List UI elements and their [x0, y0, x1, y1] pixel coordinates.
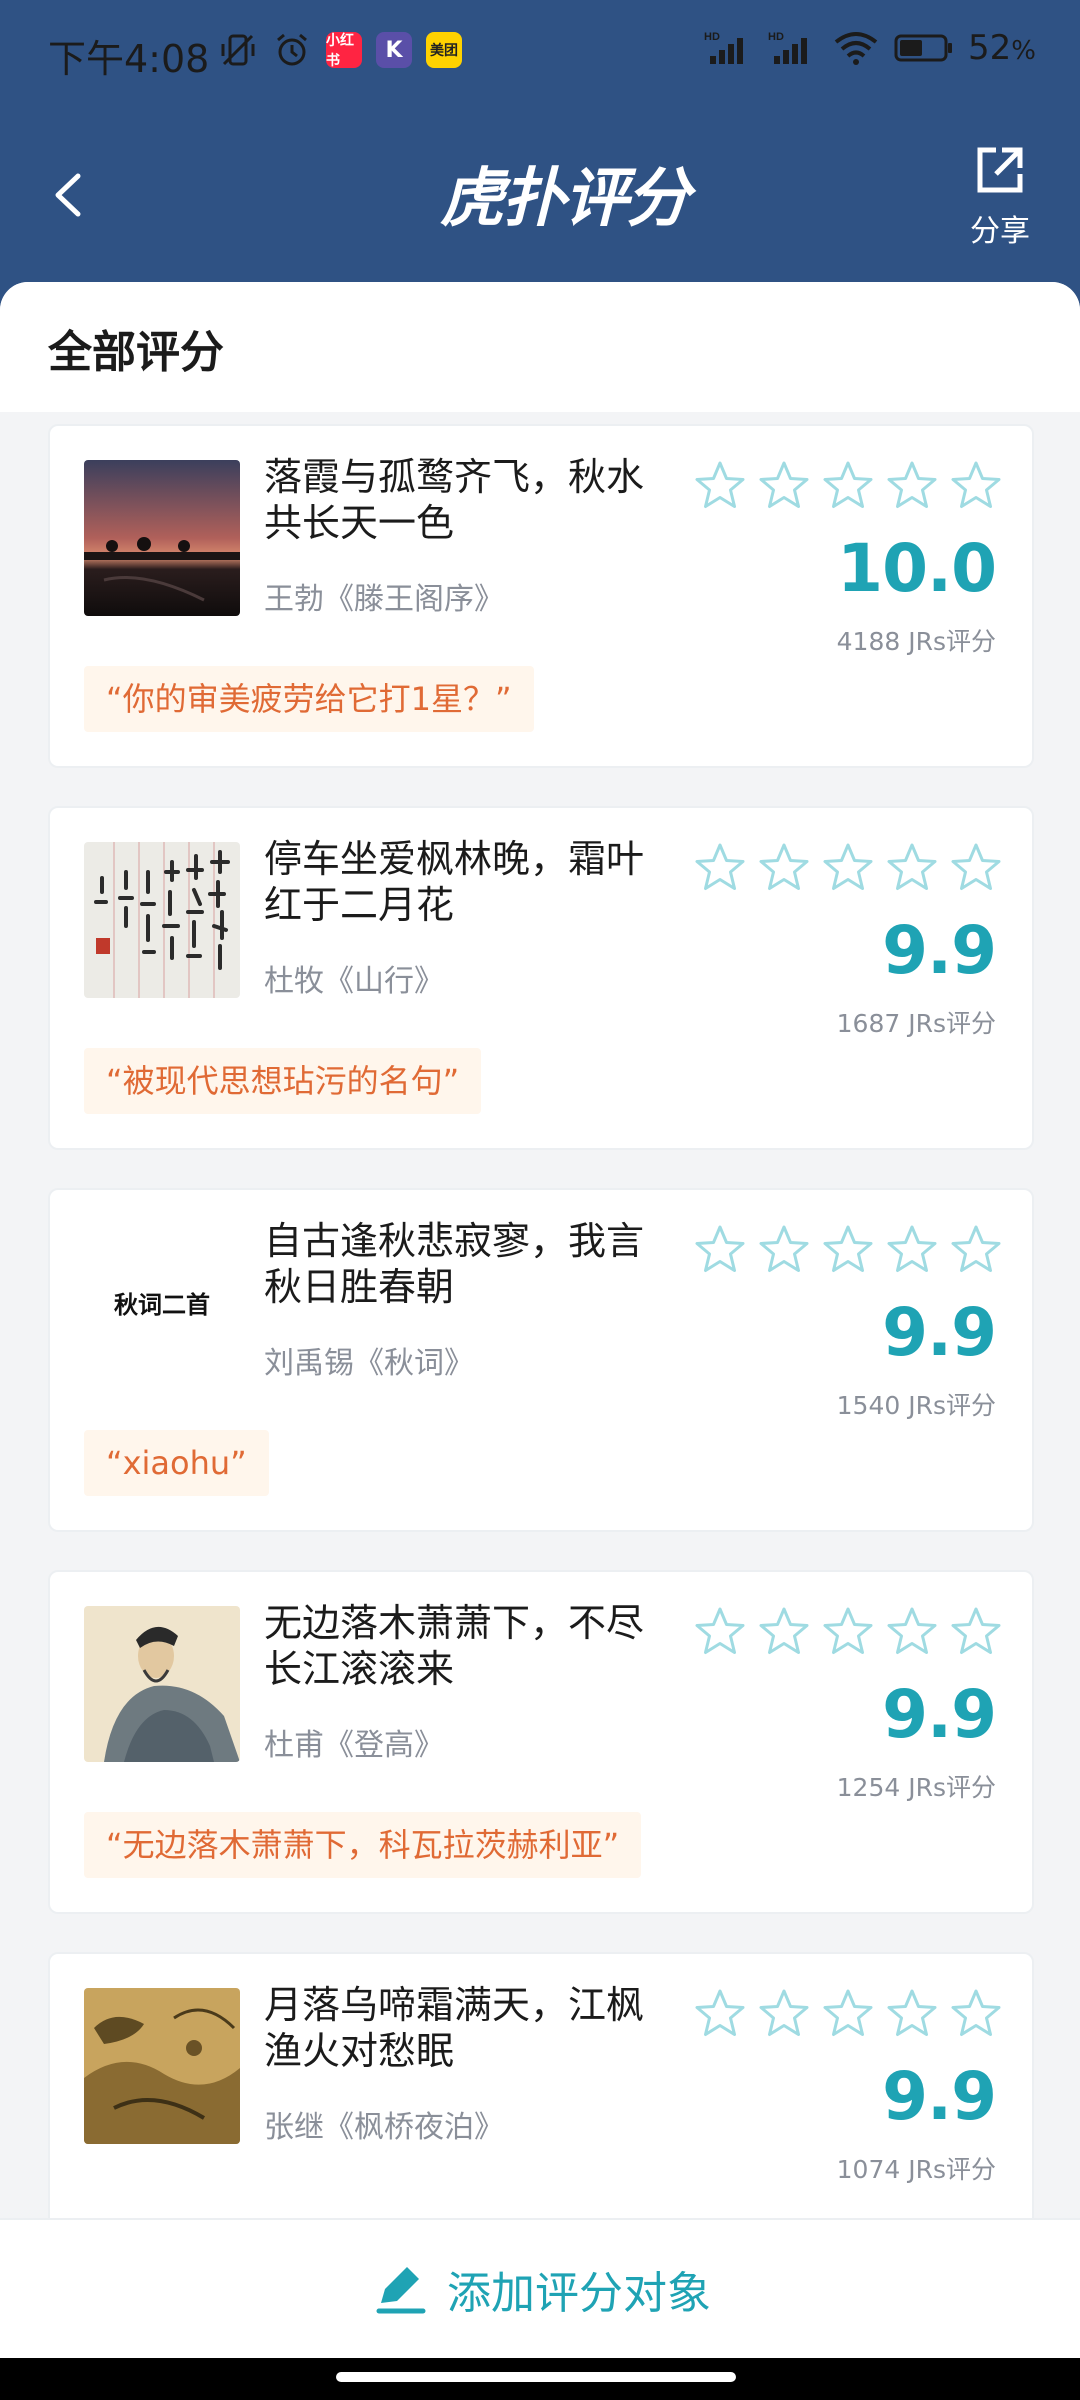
star-outline-icon[interactable]	[884, 840, 940, 896]
xiaohongshu-app-icon: 小红书	[326, 32, 362, 69]
signal-icon-2: HD	[768, 28, 818, 68]
star-rating[interactable]	[692, 458, 1004, 514]
wifi-icon	[832, 28, 880, 68]
share-button[interactable]: 分享	[960, 142, 1040, 252]
top-comment[interactable]: “被现代思想玷污的名句”	[84, 1048, 482, 1114]
k-app-icon: K	[376, 32, 412, 68]
section-title: 全部评分	[48, 327, 224, 378]
score-value: 9.9	[882, 1294, 997, 1371]
quote-text: 自古逢秋悲寂寥，我言秋日胜春朝	[264, 1219, 645, 1309]
quote-text: 停车坐爱枫林晚，霜叶红于二月花	[264, 837, 645, 927]
star-outline-icon[interactable]	[820, 458, 876, 514]
star-outline-icon[interactable]	[820, 840, 876, 896]
author-text: 杜甫《登高》	[264, 1728, 444, 1763]
rating-count: 1254 JRs评分	[836, 1773, 996, 1802]
thumbnail-title-image: 秋词二首	[84, 1224, 240, 1380]
status-system-icons: HD HD 52%	[704, 28, 1036, 68]
star-outline-icon[interactable]	[692, 1986, 748, 2042]
battery-percent: 52%	[968, 28, 1036, 68]
nav-bar: 虎扑评分 分享	[0, 120, 1080, 270]
share-label: 分享	[970, 214, 1030, 249]
rating-card[interactable]: 停车坐爱枫林晚，霜叶红于二月花 杜牧《山行》 9.9 1687 JRs评分 “被…	[48, 806, 1034, 1150]
star-outline-icon[interactable]	[692, 458, 748, 514]
battery-icon	[894, 28, 954, 68]
score-value: 9.9	[882, 912, 997, 989]
rating-card[interactable]: 落霞与孤鹜齐飞，秋水共长天一色 王勃《滕王阁序》 10.0 4188 JRs评分…	[48, 424, 1034, 768]
thumbnail-calligraphy-image	[84, 842, 240, 998]
star-outline-icon[interactable]	[884, 1604, 940, 1660]
star-outline-icon[interactable]	[692, 1604, 748, 1660]
thumbnail-painting-image	[84, 1988, 240, 2144]
chevron-left-icon	[55, 173, 81, 217]
star-outline-icon[interactable]	[884, 1986, 940, 2042]
star-outline-icon[interactable]	[948, 1604, 1004, 1660]
battery-unit: %	[1011, 36, 1036, 66]
star-outline-icon[interactable]	[756, 1604, 812, 1660]
thumbnail-sunset-image	[84, 460, 240, 616]
author-text: 王勃《滕王阁序》	[264, 582, 504, 617]
star-outline-icon[interactable]	[884, 1222, 940, 1278]
alarm-icon	[272, 30, 312, 70]
author-text: 刘禹锡《秋词》	[264, 1346, 474, 1381]
svg-text:HD: HD	[768, 31, 784, 43]
rating-count: 1540 JRs评分	[836, 1391, 996, 1420]
app-logo: 虎扑评分	[440, 162, 690, 236]
thumbnail-portrait-image	[84, 1606, 240, 1762]
meituan-app-icon: 美团	[426, 32, 462, 68]
rating-count: 4188 JRs评分	[836, 627, 996, 656]
score-value: 9.9	[882, 2058, 997, 2135]
star-outline-icon[interactable]	[884, 458, 940, 514]
status-bar: 下午4:08 小红书 K 美团 HD HD 52%	[0, 0, 1080, 110]
home-indicator[interactable]	[336, 2372, 736, 2382]
quote-text: 无边落木萧萧下，不尽长江滚滚来	[264, 1601, 645, 1691]
signal-icon-1: HD	[704, 28, 754, 68]
section-header: 全部评分	[0, 282, 1080, 412]
star-outline-icon[interactable]	[756, 1222, 812, 1278]
author-text: 杜牧《山行》	[264, 964, 444, 999]
star-rating[interactable]	[692, 1986, 1004, 2042]
rating-list[interactable]: 落霞与孤鹜齐飞，秋水共长天一色 王勃《滕王阁序》 10.0 4188 JRs评分…	[48, 424, 1034, 2334]
rating-count: 1687 JRs评分	[836, 1009, 996, 1038]
rating-count: 1074 JRs评分	[836, 2155, 996, 2184]
quote-text: 月落乌啼霜满天，江枫渔火对愁眠	[264, 1983, 645, 2073]
star-outline-icon[interactable]	[756, 458, 812, 514]
battery-value: 52	[968, 28, 1012, 68]
score-value: 10.0	[837, 530, 997, 607]
rating-card[interactable]: 秋词二首 自古逢秋悲寂寥，我言秋日胜春朝 刘禹锡《秋词》 9.9 1540 JR…	[48, 1188, 1034, 1532]
share-icon	[977, 147, 1023, 193]
star-outline-icon[interactable]	[948, 840, 1004, 896]
star-outline-icon[interactable]	[692, 840, 748, 896]
star-rating[interactable]	[692, 1604, 1004, 1660]
author-text: 张继《枫桥夜泊》	[264, 2110, 504, 2145]
star-outline-icon[interactable]	[692, 1222, 748, 1278]
edit-pen-icon	[376, 2267, 426, 2314]
back-button[interactable]	[40, 160, 100, 230]
status-time: 下午4:08	[48, 37, 210, 81]
top-comment[interactable]: “无边落木萧萧下，科瓦拉茨赫利亚”	[84, 1812, 642, 1878]
thumbnail-title-text: 秋词二首	[114, 1289, 210, 1319]
gesture-navigation-area	[0, 2358, 1080, 2400]
star-outline-icon[interactable]	[820, 1222, 876, 1278]
svg-text:HD: HD	[704, 31, 720, 43]
star-outline-icon[interactable]	[948, 458, 1004, 514]
quote-text: 落霞与孤鹜齐飞，秋水共长天一色	[264, 455, 645, 545]
star-outline-icon[interactable]	[948, 1986, 1004, 2042]
add-rating-object-button[interactable]: 添加评分对象	[0, 2218, 1080, 2358]
status-notification-icons: 小红书 K 美团	[218, 30, 462, 70]
star-outline-icon[interactable]	[756, 840, 812, 896]
star-outline-icon[interactable]	[756, 1986, 812, 2042]
star-rating[interactable]	[692, 1222, 1004, 1278]
star-outline-icon[interactable]	[948, 1222, 1004, 1278]
rating-card[interactable]: 无边落木萧萧下，不尽长江滚滚来 杜甫《登高》 9.9 1254 JRs评分 “无…	[48, 1570, 1034, 1914]
star-rating[interactable]	[692, 840, 1004, 896]
top-comment[interactable]: “你的审美疲劳给它打1星？”	[84, 666, 534, 732]
add-rating-object-label: 添加评分对象	[447, 2268, 711, 2319]
star-outline-icon[interactable]	[820, 1986, 876, 2042]
top-comment[interactable]: “xiaohu”	[84, 1430, 269, 1496]
star-outline-icon[interactable]	[820, 1604, 876, 1660]
score-value: 9.9	[882, 1676, 997, 1753]
vibrate-icon	[218, 30, 258, 70]
content-sheet[interactable]: 全部评分 落霞与孤鹜齐飞，秋水共长天一色 王勃《滕王阁序》 10.0 4188 …	[0, 282, 1080, 2400]
